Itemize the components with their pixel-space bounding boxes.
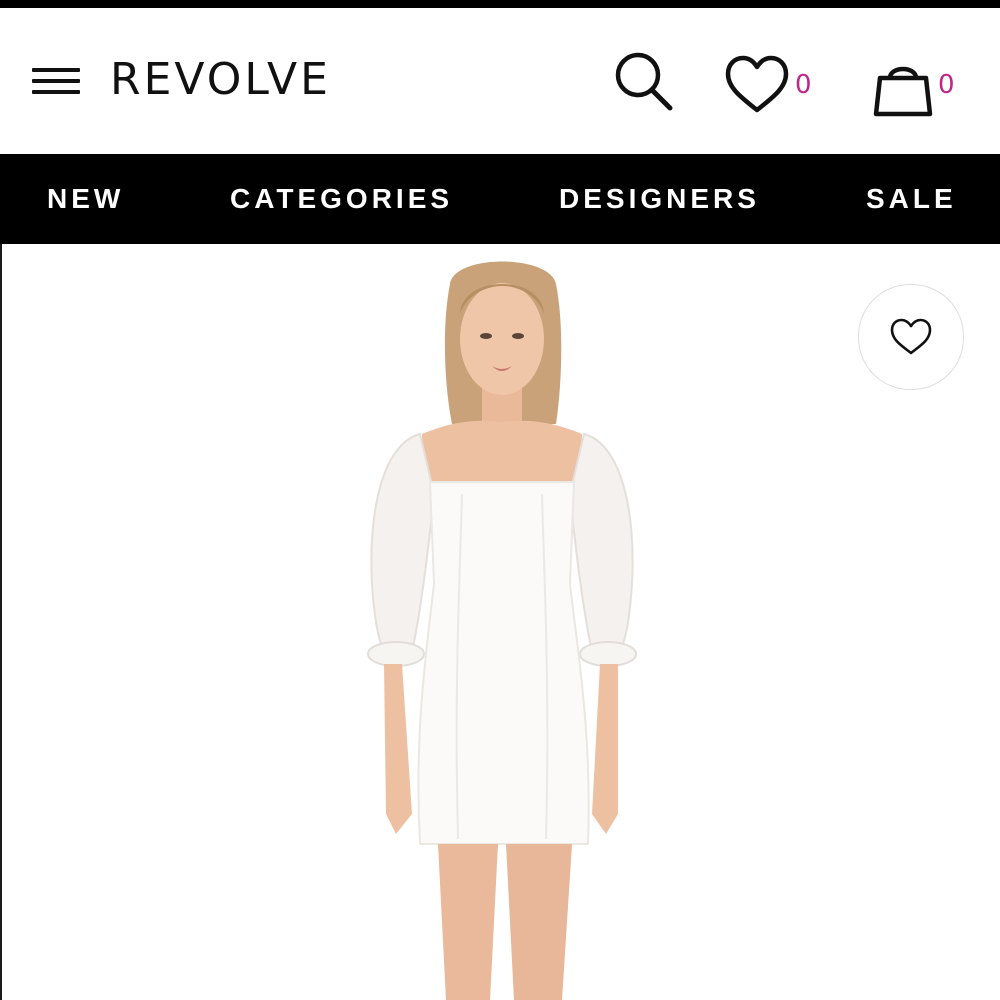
search-icon[interactable] [610,48,676,114]
nav-designers[interactable]: DESIGNERS [559,154,760,244]
wishlist-heart-icon[interactable] [722,52,792,122]
heart-outline-icon [890,318,932,355]
site-header: REVOLVE 0 0 [0,8,1000,154]
shopping-bag-icon[interactable] [870,56,936,122]
nav-sale[interactable]: SALE [866,154,957,244]
brand-logo[interactable]: REVOLVE [110,52,331,108]
main-nav: NEW CATEGORIES DESIGNERS SALE [0,154,1000,244]
wishlist-count: 0 [795,70,812,100]
product-image[interactable] [342,254,662,1000]
status-strip [0,0,1000,8]
app-frame: REVOLVE 0 0 NEW CATEGORIES DESIGNERS SAL… [0,0,1000,1000]
nav-new[interactable]: NEW [47,154,124,244]
favorite-button[interactable] [858,284,964,390]
nav-categories[interactable]: CATEGORIES [230,154,453,244]
menu-icon[interactable] [32,66,82,98]
bag-count: 0 [938,70,955,100]
product-image-area [2,244,1000,1000]
